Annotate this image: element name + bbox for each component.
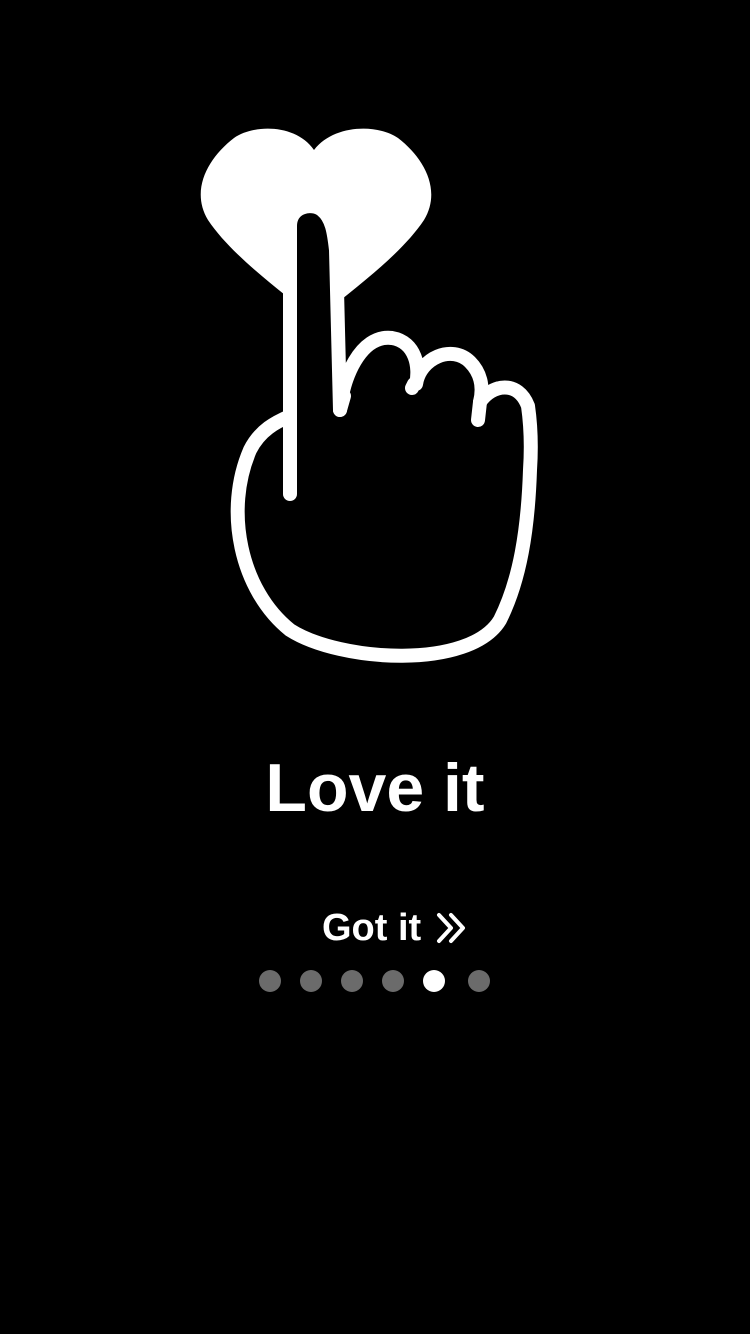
page-dot[interactable] [468,970,490,992]
finger-tap-heart-icon [180,110,560,670]
page-indicator [0,970,750,992]
got-it-button[interactable]: Got it [310,898,481,958]
page-dot[interactable] [382,970,404,992]
page-dot[interactable] [423,970,445,992]
got-it-label: Got it [322,907,422,949]
page-dot[interactable] [259,970,281,992]
page-dot[interactable] [341,970,363,992]
page-dot[interactable] [300,970,322,992]
onboarding-screen: Love it Got it [0,0,750,1334]
double-chevron-right-icon [437,913,466,943]
page-title: Love it [265,750,485,826]
